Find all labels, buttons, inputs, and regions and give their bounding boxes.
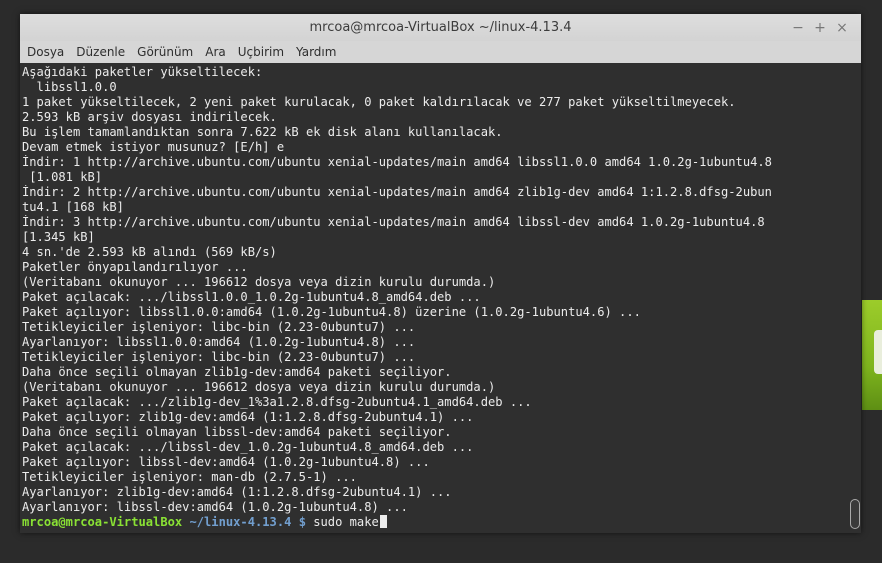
terminal-line: 2.593 kB arşiv dosyası indirilecek.	[22, 110, 277, 124]
title-bar[interactable]: mrcoa@mrcoa-VirtualBox ~/linux-4.13.4 − …	[20, 14, 861, 41]
menu-yardim[interactable]: Yardım	[289, 41, 341, 63]
terminal-line: [1.345 kB]	[22, 230, 95, 244]
terminal-line: tu4.1 [168 kB]	[22, 200, 124, 214]
terminal-line: İndir: 2 http://archive.ubuntu.com/ubunt…	[22, 185, 772, 199]
terminal-text: Aşağıdaki paketler yükseltilecek: libssl…	[22, 65, 848, 530]
terminal-line: Ayarlanıyor: libssl1.0.0:amd64 (1.0.2g-1…	[22, 335, 416, 349]
close-button[interactable]: ×	[833, 19, 851, 37]
terminal-line: Paketler önyapılandırılıyor ...	[22, 260, 248, 274]
terminal-line: Paket açılıyor: libssl-dev:amd64 (1.0.2g…	[22, 455, 430, 469]
scrollbar-thumb[interactable]	[850, 499, 860, 529]
terminal-line: Daha önce seçili olmayan zlib1g-dev:amd6…	[22, 365, 452, 379]
terminal-line: [1.081 kB]	[22, 170, 103, 184]
terminal-line: Paket açılacak: .../zlib1g-dev_1%3a1.2.8…	[22, 395, 532, 409]
desktop-background	[862, 300, 882, 410]
menu-ucbirim[interactable]: Uçbirim	[231, 41, 289, 63]
maximize-button[interactable]: +	[811, 19, 829, 37]
menu-dosya[interactable]: Dosya	[20, 41, 69, 63]
terminal-line: Paket açılıyor: zlib1g-dev:amd64 (1:1.2.…	[22, 410, 474, 424]
terminal-line: Tetikleyiciler işleniyor: man-db (2.7.5-…	[22, 470, 357, 484]
terminal-line: 4 sn.'de 2.593 kB alındı (569 kB/s)	[22, 245, 277, 259]
window-title: mrcoa@mrcoa-VirtualBox ~/linux-4.13.4	[309, 20, 572, 35]
desktop-icon-edge	[874, 330, 882, 374]
terminal-line: Tetikleyiciler işleniyor: libc-bin (2.23…	[22, 320, 416, 334]
minimize-button[interactable]: −	[789, 19, 807, 37]
terminal-line: İndir: 1 http://archive.ubuntu.com/ubunt…	[22, 155, 772, 169]
terminal-line: Paket açılıyor: libssl1.0.0:amd64 (1.0.2…	[22, 305, 641, 319]
terminal-line: Tetikleyiciler işleniyor: libc-bin (2.23…	[22, 350, 416, 364]
menu-ara[interactable]: Ara	[198, 41, 231, 63]
terminal-line: 1 paket yükseltilecek, 2 yeni paket kuru…	[22, 95, 736, 109]
terminal-line: Ayarlanıyor: libssl-dev:amd64 (1.0.2g-1u…	[22, 500, 408, 514]
terminal-line: Paket açılacak: .../libssl-dev_1.0.2g-1u…	[22, 440, 474, 454]
menu-bar: Dosya Düzenle Görünüm Ara Uçbirim Yardım	[20, 41, 861, 63]
terminal-output[interactable]: Aşağıdaki paketler yükseltilecek: libssl…	[20, 63, 861, 533]
terminal-line: (Veritabanı okunuyor ... 196612 dosya ve…	[22, 275, 496, 289]
terminal-line: Ayarlanıyor: zlib1g-dev:amd64 (1:1.2.8.d…	[22, 485, 452, 499]
terminal-line: Bu işlem tamamlandıktan sonra 7.622 kB e…	[22, 125, 503, 139]
menu-duzenle[interactable]: Düzenle	[69, 41, 130, 63]
text-cursor	[379, 515, 387, 528]
menu-gorunum[interactable]: Görünüm	[130, 41, 198, 63]
prompt-symbol: $	[298, 515, 306, 529]
terminal-line: Paket açılacak: .../libssl1.0.0_1.0.2g-1…	[22, 290, 481, 304]
terminal-line: İndir: 3 http://archive.ubuntu.com/ubunt…	[22, 215, 765, 229]
prompt-line[interactable]: mrcoa@mrcoa-VirtualBox ~/linux-4.13.4 $ …	[22, 515, 848, 530]
terminal-line: Daha önce seçili olmayan libssl-dev:amd6…	[22, 425, 452, 439]
terminal-line: (Veritabanı okunuyor ... 196612 dosya ve…	[22, 380, 496, 394]
prompt-user-host: mrcoa@mrcoa-VirtualBox	[22, 515, 183, 529]
terminal-line: Aşağıdaki paketler yükseltilecek:	[22, 65, 263, 79]
terminal-line: Devam etmek istiyor musunuz? [E/h] e	[22, 140, 285, 154]
terminal-line: libssl1.0.0	[22, 80, 117, 94]
prompt-path: ~/linux-4.13.4	[189, 515, 292, 529]
scrollbar[interactable]	[848, 63, 861, 533]
prompt-command: sudo make	[313, 515, 379, 529]
terminal-window: mrcoa@mrcoa-VirtualBox ~/linux-4.13.4 − …	[20, 14, 861, 533]
